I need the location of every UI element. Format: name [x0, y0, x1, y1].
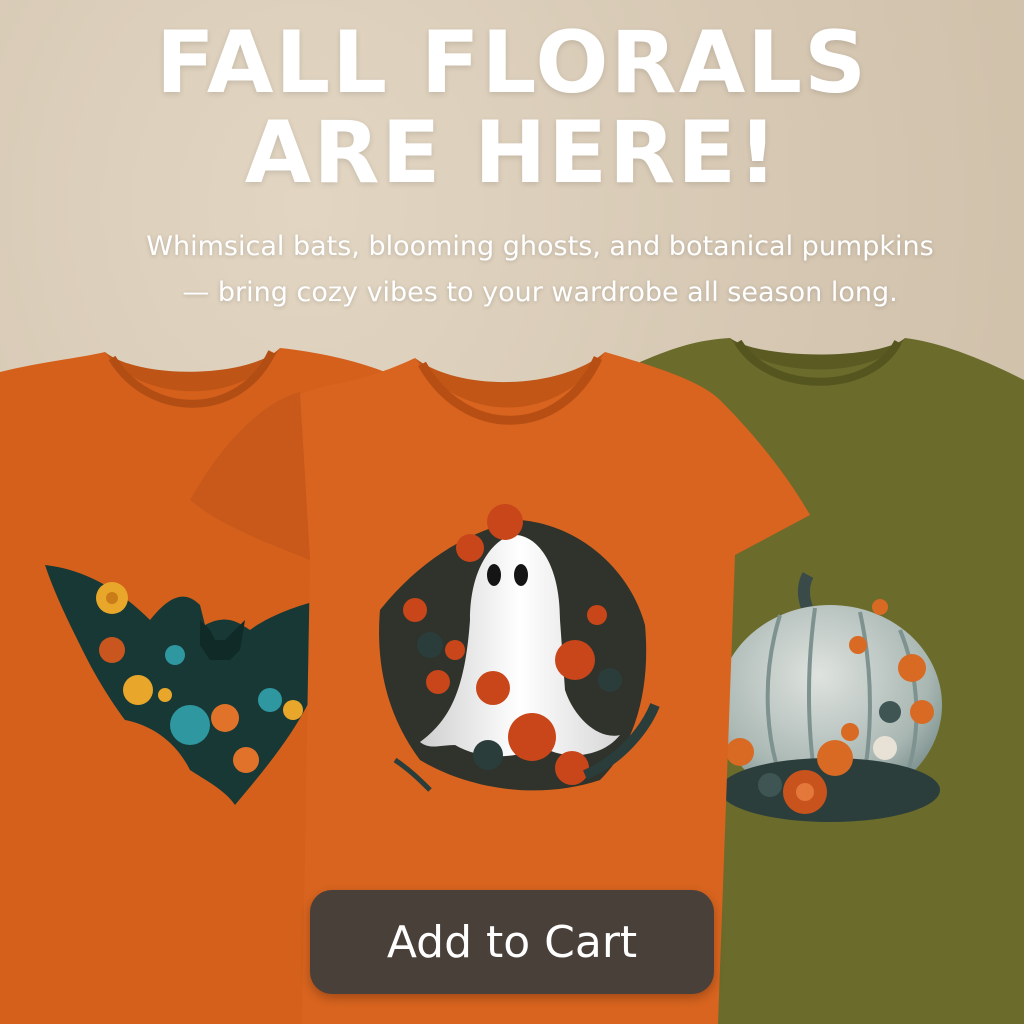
add-to-cart-button[interactable]: Add to Cart	[310, 890, 714, 994]
product-showcase	[0, 338, 1024, 1024]
